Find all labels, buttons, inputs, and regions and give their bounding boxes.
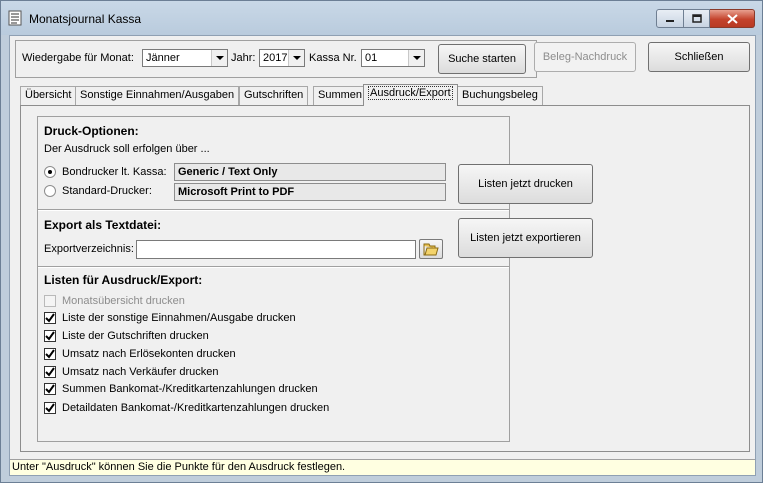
tab-label: Ausdruck/Export bbox=[368, 86, 453, 100]
client-area: Wiedergabe für Monat: Jänner Jahr: 2017 … bbox=[9, 35, 756, 476]
receipt-printer-label: Bondrucker lt. Kassa: bbox=[62, 166, 167, 178]
divider bbox=[38, 209, 509, 211]
card-totals-checkbox[interactable] bbox=[44, 383, 56, 395]
checkmark-icon bbox=[45, 313, 55, 323]
maximize-button[interactable] bbox=[684, 9, 710, 28]
tab-label: Buchungsbeleg bbox=[462, 89, 538, 101]
month-label: Wiedergabe für Monat: bbox=[22, 52, 134, 64]
receipt-reprint-button[interactable]: Beleg-Nachdruck bbox=[534, 42, 636, 72]
tab-print-export[interactable]: Ausdruck/Export bbox=[363, 84, 458, 106]
receipt-printer-field: Generic / Text Only bbox=[174, 163, 446, 181]
checkbox-label: Umsatz nach Verkäufer drucken bbox=[62, 366, 219, 378]
status-bar: Unter "Ausdruck" können Sie die Punkte f… bbox=[10, 459, 755, 475]
month-select[interactable]: Jänner bbox=[142, 49, 228, 67]
window-title: Monatsjournal Kassa bbox=[29, 12, 142, 26]
export-lists-button[interactable]: Listen jetzt exportieren bbox=[458, 218, 593, 258]
checkbox-label: Summen Bankomat-/Kreditkartenzahlungen d… bbox=[62, 383, 318, 395]
checkbox-label: Detaildaten Bankomat-/Kreditkartenzahlun… bbox=[62, 402, 330, 414]
checkmark-icon bbox=[45, 403, 55, 413]
checkmark-icon bbox=[45, 367, 55, 377]
tab-label: Summen bbox=[318, 89, 363, 101]
tab-label: Gutschriften bbox=[244, 89, 304, 101]
register-value: 01 bbox=[365, 52, 378, 64]
year-label: Jahr: bbox=[231, 52, 256, 64]
folder-icon bbox=[423, 243, 439, 255]
checkbox-label: Liste der Gutschriften drucken bbox=[62, 330, 209, 342]
month-value: Jänner bbox=[146, 52, 180, 64]
standard-printer-radio[interactable] bbox=[44, 185, 56, 197]
year-select[interactable]: 2017 bbox=[259, 49, 305, 67]
checkmark-icon bbox=[45, 384, 55, 394]
tab-label: Übersicht bbox=[25, 89, 72, 101]
chevron-down-icon bbox=[408, 50, 424, 66]
journal-icon bbox=[8, 10, 22, 26]
chevron-down-icon bbox=[288, 50, 304, 66]
divider bbox=[38, 266, 509, 268]
lists-heading: Listen für Ausdruck/Export: bbox=[44, 273, 203, 287]
chevron-down-icon bbox=[211, 50, 227, 66]
receipt-printer-radio[interactable] bbox=[44, 166, 56, 178]
checkmark-icon bbox=[45, 331, 55, 341]
standard-printer-field: Microsoft Print to PDF bbox=[174, 183, 446, 201]
maximize-icon bbox=[691, 14, 702, 23]
tab-booking-receipt[interactable]: Buchungsbeleg bbox=[457, 86, 543, 105]
checkmark-icon bbox=[45, 349, 55, 359]
filter-group: Wiedergabe für Monat: Jänner Jahr: 2017 … bbox=[15, 40, 537, 78]
export-directory-input[interactable] bbox=[136, 240, 416, 259]
print-options-heading: Druck-Optionen: bbox=[44, 124, 139, 138]
standard-printer-label: Standard-Drucker: bbox=[62, 185, 152, 197]
title-bar[interactable]: Monatsjournal Kassa bbox=[1, 1, 762, 35]
year-value: 2017 bbox=[263, 52, 288, 64]
print-lists-button[interactable]: Listen jetzt drucken bbox=[458, 164, 593, 204]
browse-folder-button[interactable] bbox=[419, 239, 443, 259]
revenue-accounts-checkbox[interactable] bbox=[44, 348, 56, 360]
close-icon bbox=[726, 13, 738, 24]
print-export-panel: Druck-Optionen: Der Ausdruck soll erfolg… bbox=[20, 105, 750, 452]
options-frame: Druck-Optionen: Der Ausdruck soll erfolg… bbox=[37, 116, 593, 442]
tab-other-income-expenses[interactable]: Sonstige Einnahmen/Ausgaben bbox=[75, 86, 240, 105]
checkbox-label: Umsatz nach Erlösekonten drucken bbox=[62, 348, 236, 360]
app-window: Monatsjournal Kassa Wiedergabe für Monat… bbox=[0, 0, 763, 483]
minimize-icon bbox=[666, 19, 674, 22]
close-button[interactable]: Schließen bbox=[648, 42, 750, 72]
register-select[interactable]: 01 bbox=[361, 49, 425, 67]
search-button[interactable]: Suche starten bbox=[438, 44, 526, 74]
checkbox-label: Monatsübersicht drucken bbox=[62, 295, 185, 307]
credit-notes-checkbox[interactable] bbox=[44, 330, 56, 342]
tab-credit-notes[interactable]: Gutschriften bbox=[239, 86, 309, 105]
export-directory-label: Exportverzeichnis: bbox=[44, 243, 134, 255]
tab-label: Sonstige Einnahmen/Ausgaben bbox=[80, 89, 235, 101]
checkbox-label: Liste der sonstige Einnahmen/Ausgabe dru… bbox=[62, 312, 296, 324]
print-options-description: Der Ausdruck soll erfolgen über ... bbox=[44, 143, 210, 155]
card-details-checkbox[interactable] bbox=[44, 402, 56, 414]
tab-totals[interactable]: Summen bbox=[313, 86, 368, 105]
export-heading: Export als Textdatei: bbox=[44, 218, 162, 232]
minimize-button[interactable] bbox=[656, 9, 684, 28]
close-window-button[interactable] bbox=[710, 9, 755, 28]
other-income-checkbox[interactable] bbox=[44, 312, 56, 324]
revenue-seller-checkbox[interactable] bbox=[44, 366, 56, 378]
tab-overview[interactable]: Übersicht bbox=[20, 86, 77, 105]
monthly-overview-checkbox[interactable] bbox=[44, 295, 56, 307]
register-label: Kassa Nr. bbox=[309, 52, 357, 64]
